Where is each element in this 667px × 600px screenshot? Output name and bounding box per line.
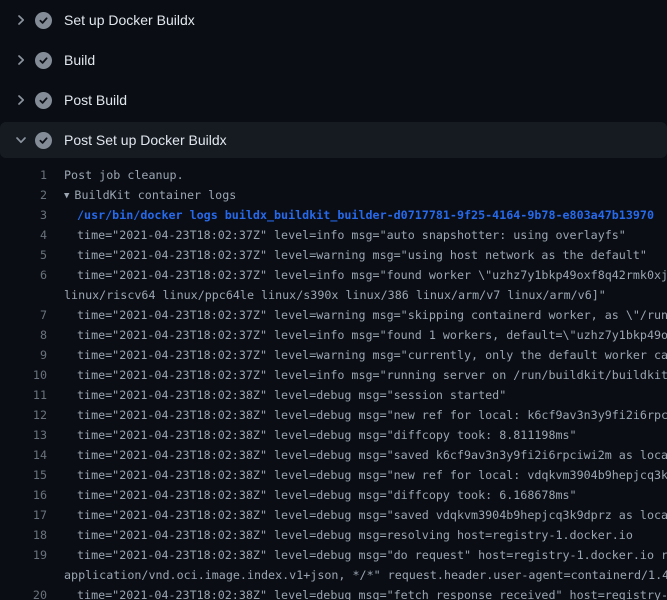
line-number[interactable]: 15 <box>0 465 47 485</box>
chevron-icon[interactable] <box>13 92 29 108</box>
log-line: 4 time="2021-04-23T18:02:37Z" level=info… <box>0 225 667 245</box>
line-text: /usr/bin/docker logs buildx_buildkit_bui… <box>50 205 667 225</box>
actions-log-viewer: Set up Docker Buildx Build Post Build <box>0 0 667 600</box>
line-number[interactable]: 2 <box>0 185 47 205</box>
line-text: time="2021-04-23T18:02:38Z" level=debug … <box>50 545 667 565</box>
step-title: Set up Docker Buildx <box>64 13 195 27</box>
line-number[interactable]: 12 <box>0 405 47 425</box>
check-circle-icon <box>35 132 52 149</box>
log-line: 3 /usr/bin/docker logs buildx_buildkit_b… <box>0 205 667 225</box>
log-line: 10 time="2021-04-23T18:02:37Z" level=inf… <box>0 365 667 385</box>
line-number[interactable]: 9 <box>0 345 47 365</box>
log-line: 8 time="2021-04-23T18:02:37Z" level=info… <box>0 325 667 345</box>
log-line: 12 time="2021-04-23T18:02:38Z" level=deb… <box>0 405 667 425</box>
log-line: 15 time="2021-04-23T18:02:38Z" level=deb… <box>0 465 667 485</box>
check-circle-icon <box>35 92 52 109</box>
line-number[interactable]: 5 <box>0 245 47 265</box>
line-text: time="2021-04-23T18:02:38Z" level=debug … <box>50 505 667 525</box>
line-text: time="2021-04-23T18:02:37Z" level=warnin… <box>50 305 667 325</box>
line-number[interactable]: 4 <box>0 225 47 245</box>
log-line: application/vnd.oci.image.index.v1+json,… <box>0 565 667 585</box>
line-text: time="2021-04-23T18:02:37Z" level=info m… <box>50 365 667 385</box>
line-number[interactable]: 13 <box>0 425 47 445</box>
line-text: time="2021-04-23T18:02:38Z" level=debug … <box>50 425 667 445</box>
line-text: application/vnd.oci.image.index.v1+json,… <box>50 565 667 585</box>
log-line: 16 time="2021-04-23T18:02:38Z" level=deb… <box>0 485 667 505</box>
line-number[interactable]: 18 <box>0 525 47 545</box>
line-text: time="2021-04-23T18:02:38Z" level=debug … <box>50 405 667 425</box>
log-line: 17 time="2021-04-23T18:02:38Z" level=deb… <box>0 505 667 525</box>
line-text: time="2021-04-23T18:02:38Z" level=debug … <box>50 525 667 545</box>
group-label: BuildKit container logs <box>74 188 236 202</box>
log-line: 19 time="2021-04-23T18:02:38Z" level=deb… <box>0 545 667 565</box>
log-line: linux/riscv64 linux/ppc64le linux/s390x … <box>0 285 667 305</box>
line-number[interactable]: 16 <box>0 485 47 505</box>
step-row[interactable]: Post Set up Docker Buildx <box>0 122 667 158</box>
line-text: time="2021-04-23T18:02:37Z" level=info m… <box>50 325 667 345</box>
line-number <box>0 285 47 305</box>
log-line: 13 time="2021-04-23T18:02:38Z" level=deb… <box>0 425 667 445</box>
log-panel: 1 Post job cleanup. 2 ▼ BuildKit containe… <box>0 160 667 600</box>
step-title: Build <box>64 53 95 67</box>
line-number[interactable]: 17 <box>0 505 47 525</box>
chevron-icon[interactable] <box>13 132 29 148</box>
log-line: 5 time="2021-04-23T18:02:37Z" level=warn… <box>0 245 667 265</box>
steps-list: Set up Docker Buildx Build Post Build <box>0 0 667 158</box>
line-number[interactable]: 7 <box>0 305 47 325</box>
line-text: time="2021-04-23T18:02:38Z" level=debug … <box>50 445 667 465</box>
log-line: 1 Post job cleanup. <box>0 165 667 185</box>
line-text: time="2021-04-23T18:02:38Z" level=debug … <box>50 585 667 600</box>
chevron-icon[interactable] <box>13 12 29 28</box>
step-title: Post Build <box>64 93 127 107</box>
log-line: 2 ▼ BuildKit container logs <box>0 185 667 205</box>
line-number[interactable]: 1 <box>0 165 47 185</box>
group-collapse-icon[interactable]: ▼ <box>64 186 69 205</box>
log-line: 14 time="2021-04-23T18:02:38Z" level=deb… <box>0 445 667 465</box>
line-number[interactable]: 19 <box>0 545 47 565</box>
chevron-icon[interactable] <box>13 52 29 68</box>
line-number[interactable]: 11 <box>0 385 47 405</box>
log-line: 20 time="2021-04-23T18:02:38Z" level=deb… <box>0 585 667 600</box>
log-line: 11 time="2021-04-23T18:02:38Z" level=deb… <box>0 385 667 405</box>
line-text: time="2021-04-23T18:02:37Z" level=info m… <box>50 265 667 285</box>
line-number[interactable]: 8 <box>0 325 47 345</box>
log-line: 6 time="2021-04-23T18:02:37Z" level=info… <box>0 265 667 285</box>
line-number[interactable]: 6 <box>0 265 47 285</box>
line-text: time="2021-04-23T18:02:37Z" level=info m… <box>50 225 667 245</box>
check-circle-icon <box>35 12 52 29</box>
line-text: time="2021-04-23T18:02:38Z" level=debug … <box>50 485 667 505</box>
line-text: time="2021-04-23T18:02:37Z" level=warnin… <box>50 245 667 265</box>
line-number[interactable]: 14 <box>0 445 47 465</box>
step-row[interactable]: Post Build <box>0 80 667 120</box>
step-row[interactable]: Set up Docker Buildx <box>0 0 667 40</box>
step-row[interactable]: Build <box>0 40 667 80</box>
log-line: 18 time="2021-04-23T18:02:38Z" level=deb… <box>0 525 667 545</box>
step-title: Post Set up Docker Buildx <box>64 133 227 147</box>
check-circle-icon <box>35 52 52 69</box>
line-text: ▼ BuildKit container logs <box>50 185 667 205</box>
line-text: time="2021-04-23T18:02:38Z" level=debug … <box>50 465 667 485</box>
line-number[interactable]: 10 <box>0 365 47 385</box>
line-text: Post job cleanup. <box>50 165 667 185</box>
line-number[interactable]: 20 <box>0 585 47 600</box>
log-line: 9 time="2021-04-23T18:02:37Z" level=warn… <box>0 345 667 365</box>
line-text: linux/riscv64 linux/ppc64le linux/s390x … <box>50 285 667 305</box>
line-text: time="2021-04-23T18:02:37Z" level=warnin… <box>50 345 667 365</box>
line-number <box>0 565 47 585</box>
line-number[interactable]: 3 <box>0 205 47 225</box>
line-text: time="2021-04-23T18:02:38Z" level=debug … <box>50 385 667 405</box>
log-line: 7 time="2021-04-23T18:02:37Z" level=warn… <box>0 305 667 325</box>
